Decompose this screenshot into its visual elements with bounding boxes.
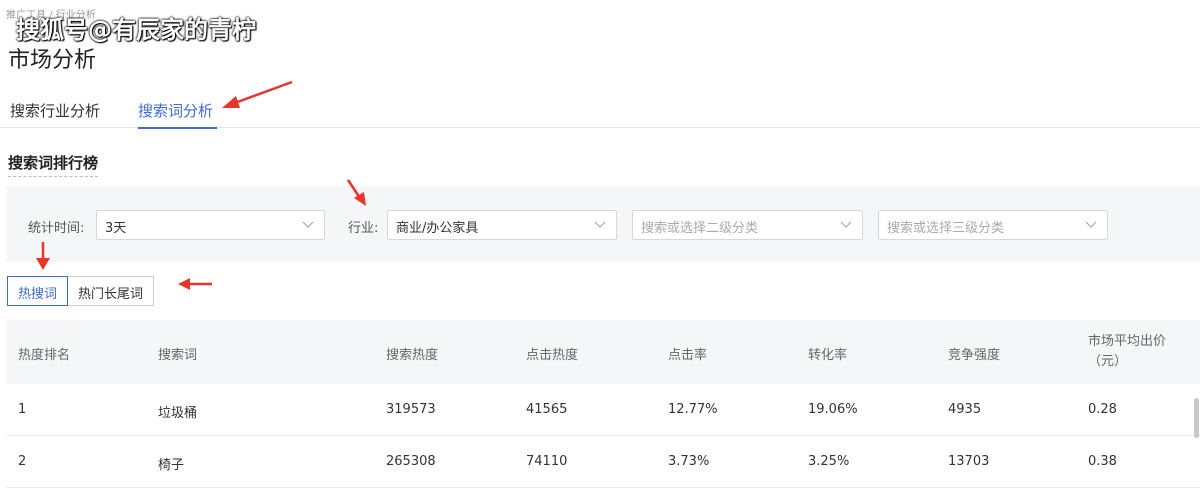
cell-competition: 4935 <box>948 402 982 417</box>
time-select[interactable]: 3天 <box>96 210 325 240</box>
hot-search-button[interactable]: 热搜词 <box>7 276 69 306</box>
chevron-down-icon <box>594 221 606 228</box>
cell-conversion: 3.25% <box>808 454 850 469</box>
industry-select-value: 商业/办公家具 <box>396 221 479 236</box>
annotation-arrow-icon <box>222 80 293 108</box>
annotation-arrow-icon <box>346 179 366 206</box>
annotation-arrow-icon <box>178 278 212 290</box>
section-title: 搜索词排行榜 <box>8 152 99 177</box>
header-avg-bid[interactable]: 市场平均出价（元） <box>1088 332 1188 372</box>
industry-label: 行业: <box>348 221 379 236</box>
annotation-arrow-icon <box>36 242 50 270</box>
tab-industry-analysis[interactable]: 搜索行业分析 <box>10 100 100 121</box>
cell-keyword: 垃圾桶 <box>158 406 198 421</box>
cell-ctr: 12.77% <box>668 402 718 417</box>
tab-bar: 搜索行业分析 搜索词分析 <box>0 90 1200 129</box>
industry-select[interactable]: 商业/办公家具 <box>387 210 617 240</box>
cell-avg-bid: 0.38 <box>1088 454 1117 469</box>
cell-ctr: 3.73% <box>668 454 710 469</box>
table-header: 热度排名 搜索词 搜索热度 点击热度 点击率 转化率 竞争强度 市场平均出价（元… <box>6 320 1200 384</box>
header-keyword[interactable]: 搜索词 <box>158 344 197 363</box>
vertical-scrollbar[interactable] <box>1194 398 1199 438</box>
cell-click-heat: 41565 <box>526 402 568 417</box>
cell-conversion: 19.06% <box>808 402 858 417</box>
header-conversion[interactable]: 转化率 <box>808 344 847 363</box>
cell-rank: 1 <box>18 402 27 417</box>
header-click-heat[interactable]: 点击热度 <box>526 344 578 363</box>
table-row: 2 椅子 265308 74110 3.73% 3.25% 13703 0.38 <box>6 436 1200 488</box>
long-tail-button[interactable]: 热门长尾词 <box>68 276 155 306</box>
cell-rank: 2 <box>18 454 27 469</box>
page-title: 市场分析 <box>8 48 97 73</box>
header-competition[interactable]: 竞争强度 <box>948 344 1000 363</box>
chevron-down-icon <box>840 221 852 228</box>
level2-placeholder: 搜索或选择二级分类 <box>641 221 759 236</box>
chevron-down-icon <box>302 221 314 228</box>
word-type-toggle: 热搜词 热门长尾词 <box>7 276 155 306</box>
cell-click-heat: 74110 <box>526 454 568 469</box>
level3-select[interactable]: 搜索或选择三级分类 <box>878 210 1108 240</box>
tab-keyword-analysis[interactable]: 搜索词分析 <box>138 100 218 129</box>
header-rank[interactable]: 热度排名 <box>18 344 70 363</box>
keyword-table: 热度排名 搜索词 搜索热度 点击热度 点击率 转化率 竞争强度 市场平均出价（元… <box>6 320 1200 488</box>
level3-placeholder: 搜索或选择三级分类 <box>887 221 1005 236</box>
watermark: 搜狐号@有辰家的青柠 <box>16 16 256 44</box>
cell-competition: 13703 <box>948 454 990 469</box>
chevron-down-icon <box>1085 221 1097 228</box>
time-select-value: 3天 <box>105 221 127 236</box>
time-label: 统计时间: <box>28 221 85 236</box>
header-ctr[interactable]: 点击率 <box>668 344 707 363</box>
cell-avg-bid: 0.28 <box>1088 402 1117 417</box>
header-search-heat[interactable]: 搜索热度 <box>386 344 438 363</box>
filter-bar: 统计时间: 3天 行业: 商业/办公家具 搜索或选择二级分类 搜索或选择三级分类 <box>6 186 1200 262</box>
table-row: 1 垃圾桶 319573 41565 12.77% 19.06% 4935 0.… <box>6 384 1200 436</box>
level2-select[interactable]: 搜索或选择二级分类 <box>632 210 863 240</box>
cell-keyword: 椅子 <box>158 458 185 473</box>
cell-search-heat: 319573 <box>386 402 436 417</box>
cell-search-heat: 265308 <box>386 454 436 469</box>
